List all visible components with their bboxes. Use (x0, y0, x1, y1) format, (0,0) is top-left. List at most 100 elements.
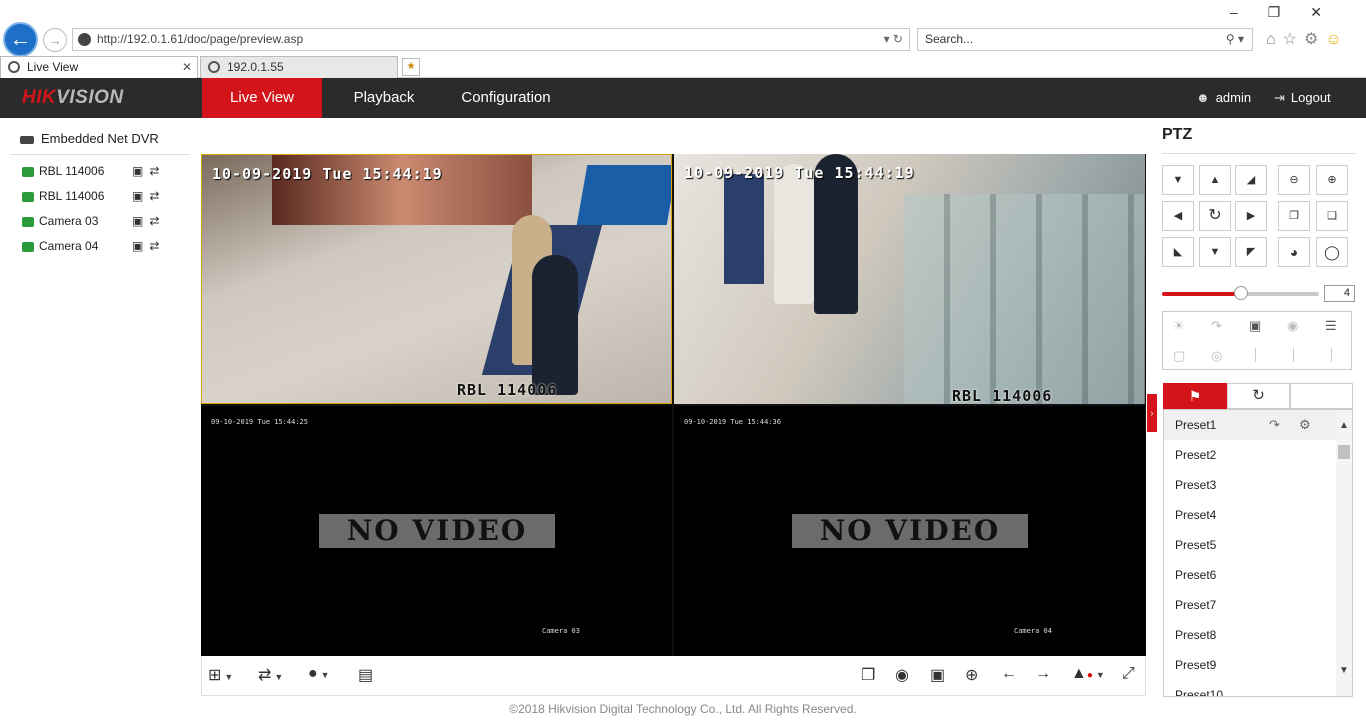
camera-actions[interactable]: ▣⇄ (132, 186, 165, 206)
menu-icon[interactable]: ☰ (1325, 318, 1337, 334)
close-tab-icon[interactable]: ✕ (182, 57, 192, 77)
logout-button[interactable]: ⇥ Logout (1274, 78, 1331, 118)
pan-left-icon[interactable]: ◀ (1162, 201, 1194, 231)
scroll-up-icon[interactable]: ▲ (1336, 420, 1352, 431)
scroll-down-icon[interactable]: ▼ (1336, 665, 1352, 676)
auto-scan-icon[interactable]: ↻ (1199, 201, 1231, 231)
back-arrow-icon[interactable]: ← (3, 22, 38, 57)
volume-mute-icon[interactable]: ▲● ▼ (1071, 665, 1105, 683)
user-icon: ☻ (1196, 90, 1210, 105)
preset-item[interactable]: Preset7 (1164, 590, 1336, 620)
star-icon[interactable]: ☆ (1283, 31, 1304, 48)
manual-track-icon[interactable]: ▢ (1173, 348, 1185, 364)
refresh-icon[interactable]: ▾ ↻ (884, 29, 903, 50)
camera-feed-image (202, 155, 671, 403)
search-icon[interactable]: ⚲ ▾ (1226, 29, 1244, 50)
previous-page-icon[interactable]: ← (1001, 665, 1017, 683)
capture-icon[interactable]: ◉ (895, 665, 909, 685)
nav-playback[interactable]: Playback (340, 78, 428, 118)
preset-item[interactable]: Preset2 (1164, 440, 1336, 470)
address-bar[interactable]: http://192.0.1.61/doc/page/preview.asp ▾… (72, 28, 910, 51)
zoom-out-icon[interactable]: ⊖ (1278, 165, 1310, 195)
divider (1255, 348, 1256, 362)
video-window-3[interactable]: 09-10-2019 Tue 15:44:25 NO VIDEO Camera … (201, 406, 672, 656)
slider-handle[interactable] (1233, 286, 1248, 300)
user-menu[interactable]: ☻ admin (1196, 78, 1251, 118)
preset-item[interactable]: Preset4 (1164, 500, 1336, 530)
new-tab-icon[interactable]: ★ (402, 58, 420, 76)
preset-scrollbar[interactable]: ▲ ▼ (1336, 410, 1352, 696)
device-tree-root[interactable]: Embedded Net DVR (20, 131, 190, 146)
patrol-tab[interactable]: ↻ (1227, 383, 1290, 409)
light-icon[interactable]: ☀ (1173, 318, 1185, 334)
zoom-in-icon[interactable]: ⊕ (965, 665, 978, 685)
video-window-2[interactable]: 10-09-2019 Tue 15:44:19 RBL 114006 (674, 154, 1145, 404)
focus-near-icon[interactable]: ❐ (1278, 201, 1310, 231)
preset-item[interactable]: Preset5 (1164, 530, 1336, 560)
tab-live-view[interactable]: Live View ✕ (0, 56, 198, 78)
call-preset-icon[interactable]: ↷ (1269, 410, 1280, 440)
forward-arrow-icon[interactable]: → (43, 28, 67, 52)
stop-all-preview-icon[interactable]: ▤ (358, 665, 373, 685)
pan-right-icon[interactable]: ▶ (1235, 201, 1267, 231)
pan-down-left-icon[interactable]: ◣ (1162, 237, 1194, 267)
focus-far-icon[interactable]: ❑ (1316, 201, 1348, 231)
pan-down-left-icon[interactable]: ▼ (1162, 165, 1194, 195)
ptz-speed-slider[interactable] (1162, 286, 1319, 300)
camera-icon (22, 166, 34, 177)
browser-tools[interactable]: ⌂☆⚙☺ (1266, 29, 1349, 49)
preset-item[interactable]: Preset6 (1164, 560, 1336, 590)
camera-actions[interactable]: ▣⇄ (132, 211, 165, 231)
camera-actions[interactable]: ▣⇄ (132, 236, 165, 256)
camera-item[interactable]: RBL 114006 ▣⇄ (22, 161, 182, 181)
pan-down-icon[interactable]: ▼ (1199, 237, 1231, 267)
divider (1162, 153, 1356, 154)
preset-item[interactable]: Preset10 (1164, 680, 1336, 696)
smiley-icon[interactable]: ☺ (1325, 31, 1348, 48)
nav-live-view[interactable]: Live View (202, 78, 322, 118)
gear-icon[interactable]: ⚙ (1299, 410, 1311, 440)
camera-item[interactable]: Camera 04 ▣⇄ (22, 236, 182, 256)
home-icon[interactable]: ⌂ (1266, 31, 1283, 48)
pan-up-icon[interactable]: ▲ (1199, 165, 1231, 195)
pattern-tab[interactable] (1290, 383, 1353, 409)
record-icon[interactable]: ▣ (930, 665, 945, 685)
nav-configuration[interactable]: Configuration (456, 78, 556, 118)
auxiliary-focus-icon[interactable]: ▣ (1249, 318, 1261, 334)
zoom-in-icon[interactable]: ⊕ (1316, 165, 1348, 195)
preset-item[interactable]: Preset1 ↷ ⚙ (1164, 410, 1336, 440)
pan-down-right-icon[interactable]: ◤ (1235, 237, 1267, 267)
preset-item[interactable]: Preset8 (1164, 620, 1336, 650)
ptz-speed-value[interactable]: 4 (1324, 285, 1355, 302)
microphone-icon[interactable]: ● ▼ (308, 665, 330, 683)
next-page-icon[interactable]: → (1035, 665, 1051, 683)
stop-all-icon[interactable]: ❐ (861, 665, 875, 685)
iris-close-icon[interactable]: ◕ (1278, 237, 1310, 267)
video-window-4[interactable]: 09-10-2019 Tue 15:44:36 NO VIDEO Camera … (674, 406, 1145, 656)
window-controls[interactable]: –❐✕ (1230, 4, 1352, 21)
fullscreen-icon[interactable]: ⤢ (1122, 665, 1135, 683)
pan-up-right-icon[interactable]: ◢ (1235, 165, 1267, 195)
stream-type-icon[interactable]: ⇄ ▼ (258, 665, 283, 685)
camera-icon (22, 216, 34, 227)
scroll-thumb[interactable] (1338, 445, 1350, 459)
camera-actions[interactable]: ▣⇄ (132, 161, 165, 181)
osd-timestamp: 09-10-2019 Tue 15:44:25 (211, 418, 308, 426)
camera-item[interactable]: RBL 114006 ▣⇄ (22, 186, 182, 206)
preset-item[interactable]: Preset3 (1164, 470, 1336, 500)
collapse-panel-handle[interactable]: › (1147, 394, 1157, 432)
gear-icon[interactable]: ⚙ (1304, 31, 1325, 48)
iris-open-icon[interactable]: ◯ (1316, 237, 1348, 267)
camera-icon (22, 241, 34, 252)
video-window-1[interactable]: 10-09-2019 Tue 15:44:19 RBL 114006 (201, 154, 672, 404)
preset-item[interactable]: Preset9 (1164, 650, 1336, 680)
osd-timestamp: 10-09-2019 Tue 15:44:19 (212, 165, 443, 183)
wiper-icon[interactable]: ↷ (1211, 318, 1222, 334)
search-box[interactable]: Search... ⚲ ▾ (917, 28, 1253, 51)
tab-loading[interactable]: 192.0.1.55 (200, 56, 398, 78)
window-layout-icon[interactable]: ⊞ ▼ (208, 665, 233, 685)
camera-item[interactable]: Camera 03 ▣⇄ (22, 211, 182, 231)
3d-zoom-icon[interactable]: ◎ (1211, 348, 1222, 364)
lens-init-icon[interactable]: ◉ (1287, 318, 1298, 334)
preset-tab[interactable]: ⚑ (1163, 383, 1227, 409)
